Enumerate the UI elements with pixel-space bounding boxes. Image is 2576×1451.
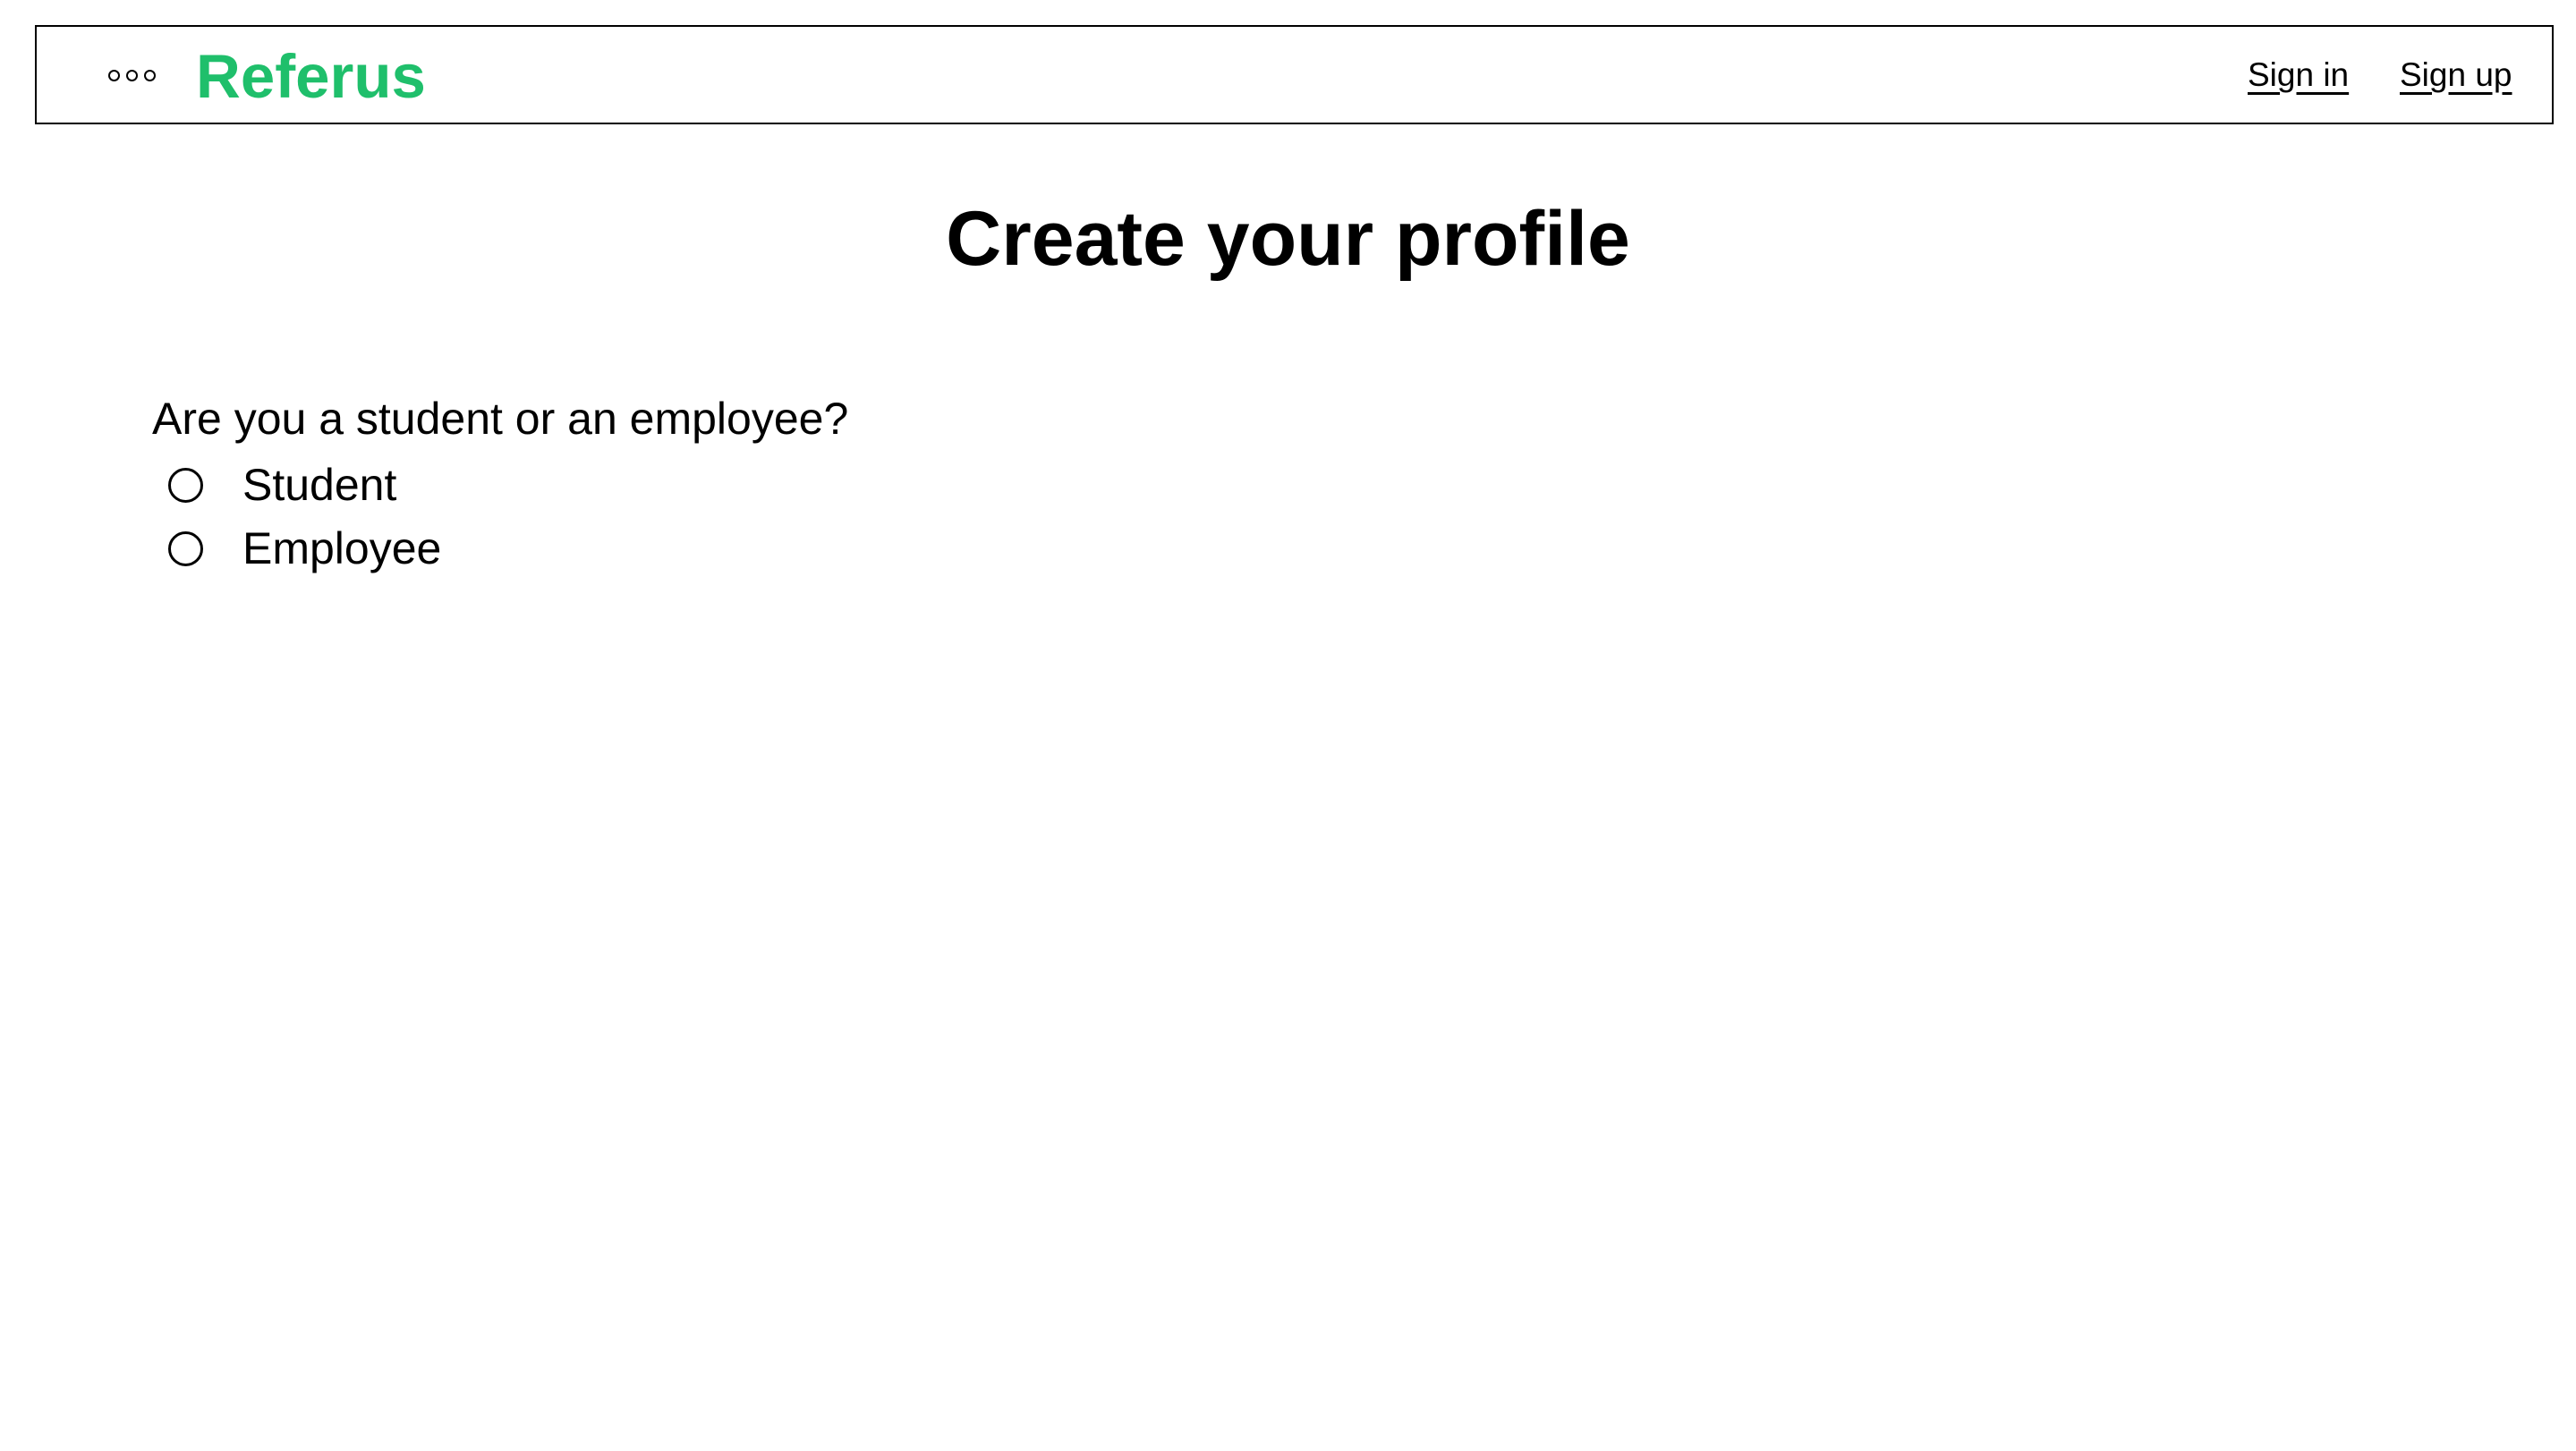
more-dots-icon[interactable] <box>108 70 156 81</box>
sign-up-link[interactable]: Sign up <box>2400 55 2512 95</box>
role-question: Are you a student or an employee? <box>152 394 849 444</box>
sign-in-link[interactable]: Sign in <box>2248 55 2349 95</box>
employee-option[interactable]: Employee <box>168 520 441 577</box>
dot-icon <box>126 70 138 81</box>
student-option-label: Student <box>242 460 397 510</box>
dot-icon <box>144 70 156 81</box>
employee-option-label: Employee <box>242 523 442 573</box>
employee-radio[interactable] <box>168 530 203 566</box>
top-navbar: Referus Sign in Sign up <box>35 25 2554 124</box>
page-title: Create your profile <box>946 196 1630 282</box>
student-option[interactable]: Student <box>168 456 396 513</box>
dot-icon <box>108 70 120 81</box>
brand-logo[interactable]: Referus <box>196 41 426 113</box>
student-radio[interactable] <box>168 467 203 503</box>
